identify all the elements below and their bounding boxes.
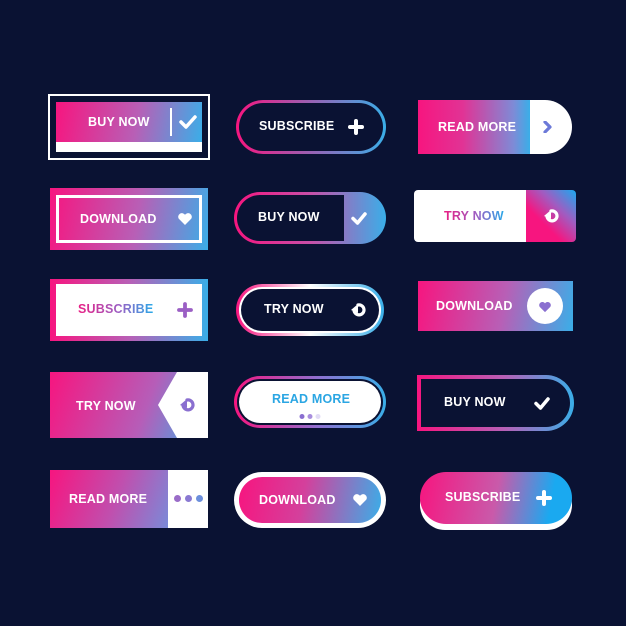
button-label: SUBSCRIBE [445, 490, 521, 504]
button-dark-area: BUY NOW [237, 195, 344, 241]
subscribe-button[interactable]: SUBSCRIBE [50, 279, 208, 341]
button-face: READ MORE [50, 470, 168, 528]
button-face: READ MORE [418, 100, 530, 154]
buy-now-button[interactable]: BUY NOW [417, 375, 574, 431]
try-now-button[interactable]: TRY NOW [414, 190, 576, 242]
download-button[interactable]: DOWNLOAD [418, 281, 573, 331]
button-face: TRY NOW [241, 289, 379, 331]
button-label: BUY NOW [444, 395, 506, 409]
read-more-button[interactable]: READ MORE [50, 470, 208, 528]
check-icon [531, 392, 553, 414]
subscribe-button[interactable]: SUBSCRIBE [420, 472, 572, 530]
button-outline: TRY NOW [239, 287, 381, 333]
button-label: READ MORE [69, 492, 148, 506]
ellipsis-icon [174, 495, 203, 502]
plus-icon [174, 299, 196, 321]
button-label: READ MORE [272, 392, 351, 406]
download-button[interactable]: DOWNLOAD [234, 472, 386, 528]
dot [299, 414, 305, 419]
refresh-icon [347, 299, 369, 321]
button-face: DOWNLOAD [239, 477, 381, 523]
dot [307, 414, 313, 419]
download-button[interactable]: DOWNLOAD [50, 188, 208, 250]
check-icon [176, 110, 200, 134]
try-now-button[interactable]: TRY NOW [236, 284, 384, 336]
heart-icon [349, 489, 371, 511]
dot [174, 495, 181, 502]
chevron-right-icon [538, 117, 558, 137]
button-face: READ MORE [239, 381, 381, 423]
button-label: TRY NOW [444, 209, 504, 223]
button-underline [56, 142, 202, 152]
button-label: BUY NOW [258, 210, 320, 224]
button-face: SUBSCRIBE [420, 472, 572, 524]
plus-icon [533, 487, 555, 509]
refresh-icon [540, 205, 562, 227]
heart-icon [534, 296, 556, 318]
subscribe-button[interactable]: SUBSCRIBE [236, 100, 386, 154]
button-face: TRY NOW [414, 190, 526, 242]
button-face: SUBSCRIBE [56, 284, 202, 336]
button-outline: READ MORE [237, 379, 383, 425]
button-label: TRY NOW [264, 302, 324, 316]
button-body: SUBSCRIBE [239, 103, 383, 151]
icon-circle [527, 288, 563, 324]
button-label: DOWNLOAD [259, 493, 336, 507]
button-label: SUBSCRIBE [259, 119, 335, 133]
button-label: BUY NOW [88, 115, 150, 129]
button-face: BUY NOW [56, 102, 202, 142]
check-icon [348, 207, 370, 229]
button-label: DOWNLOAD [436, 299, 513, 313]
button-icon-area [526, 190, 576, 242]
heart-icon [174, 208, 196, 230]
button-label: TRY NOW [76, 399, 136, 413]
plus-icon [345, 116, 367, 138]
read-more-button[interactable]: READ MORE [234, 376, 386, 428]
read-more-button[interactable]: READ MORE [418, 100, 572, 154]
dot [185, 495, 192, 502]
buy-now-button[interactable]: BUY NOW [234, 192, 386, 244]
button-label: DOWNLOAD [80, 212, 157, 226]
button-body: BUY NOW [56, 102, 202, 152]
button-face: BUY NOW [421, 379, 570, 427]
button-label: READ MORE [438, 120, 517, 134]
try-now-button[interactable]: TRY NOW [50, 372, 208, 438]
refresh-icon [176, 394, 198, 416]
buy-now-button[interactable]: BUY NOW [48, 94, 210, 160]
button-label: SUBSCRIBE [78, 302, 154, 316]
dots-indicator [299, 414, 321, 419]
dot [196, 495, 203, 502]
divider [170, 108, 172, 136]
dot [315, 414, 321, 419]
button-end-cap [530, 100, 572, 154]
